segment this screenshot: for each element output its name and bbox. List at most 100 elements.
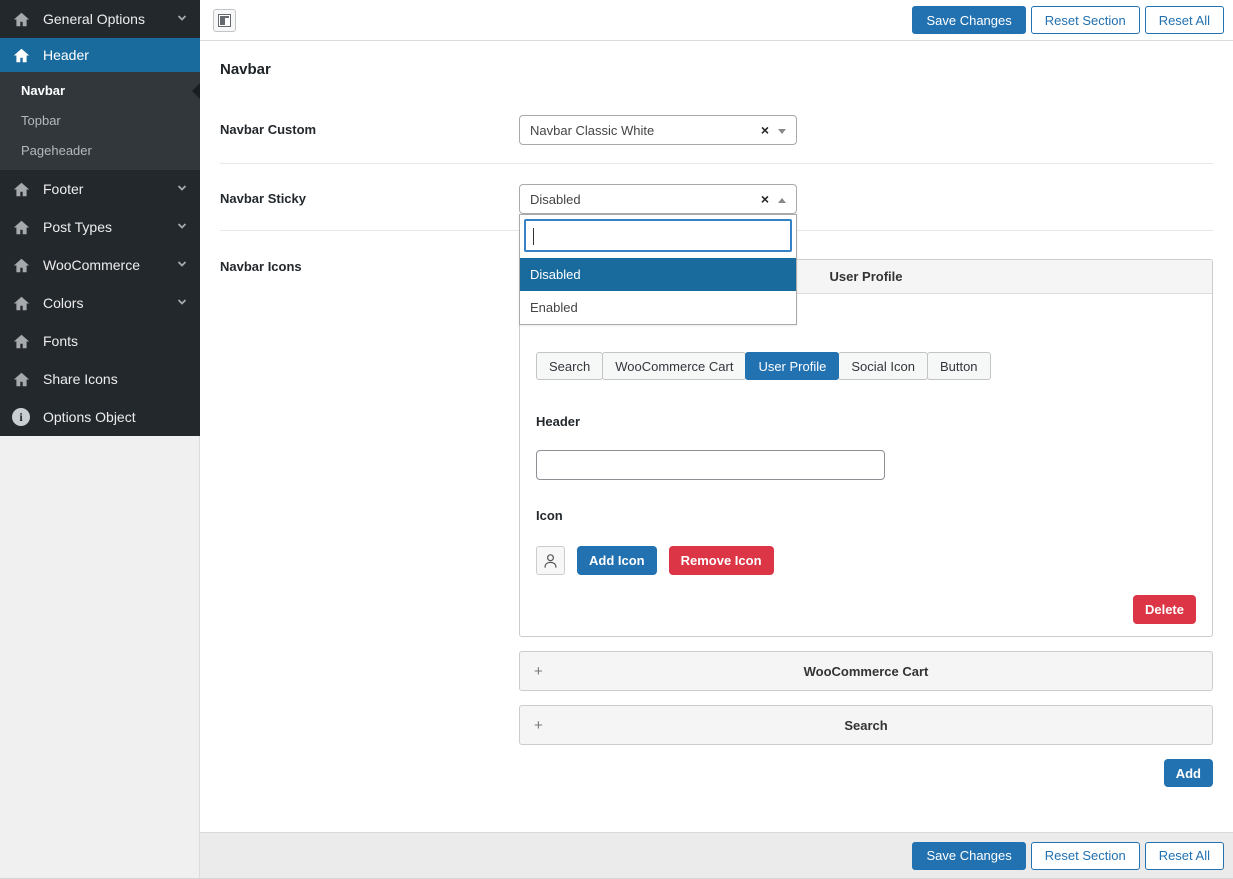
chevron-down-icon [176, 219, 188, 235]
info-icon: i [12, 408, 30, 426]
sidebar-item-label: Share Icons [43, 371, 118, 387]
tab-social-icon[interactable]: Social Icon [838, 352, 928, 380]
home-icon [12, 10, 30, 28]
dropdown-options: Disabled Enabled [520, 258, 796, 324]
main-content: Navbar Navbar Custom Navbar Classic Whit… [200, 41, 1233, 832]
dropdown-search-input[interactable] [524, 219, 792, 252]
icon-type-tabs: Search WooCommerce Cart User Profile Soc… [536, 352, 1196, 380]
icon-preview-box [536, 546, 565, 575]
option-enabled[interactable]: Enabled [520, 291, 796, 324]
navbar-sticky-dropdown: Disabled Enabled [519, 214, 797, 325]
reset-section-button[interactable]: Reset Section [1031, 842, 1140, 870]
add-button[interactable]: Add [1164, 759, 1213, 787]
tab-button[interactable]: Button [927, 352, 991, 380]
submenu-item-label: Navbar [21, 83, 65, 98]
repeater-panel-search[interactable]: + Search [519, 705, 1213, 745]
panel-body: Search WooCommerce Cart User Profile Soc… [520, 294, 1212, 636]
sidebar-item-navbar[interactable]: Navbar [0, 76, 200, 106]
sidebar: General Options Header Navbar Topbar [0, 0, 200, 879]
theme-options-app: General Options Header Navbar Topbar [0, 0, 1233, 879]
clear-selection-icon[interactable]: × [761, 123, 769, 137]
sidebar-item-share-icons[interactable]: Share Icons [0, 360, 200, 398]
icon-field-label: Icon [536, 508, 1196, 524]
remove-icon-button[interactable]: Remove Icon [669, 546, 774, 575]
sidebar-item-topbar[interactable]: Topbar [0, 106, 200, 136]
sidebar-item-label: General Options [43, 11, 145, 27]
sidebar-item-label: Footer [43, 181, 83, 197]
sidebar-item-pageheader[interactable]: Pageheader [0, 136, 200, 166]
selected-value: Navbar Classic White [530, 123, 654, 138]
home-icon [12, 180, 30, 198]
page-title: Navbar [220, 60, 1213, 79]
field-row-navbar-custom: Navbar Custom Navbar Classic White × [220, 79, 1213, 164]
chevron-down-icon [176, 181, 188, 197]
sidebar-item-footer[interactable]: Footer [0, 170, 200, 208]
sidebar-menu: General Options Header Navbar Topbar [0, 0, 200, 436]
sidebar-item-header[interactable]: Header [0, 38, 200, 72]
tab-woocommerce-cart[interactable]: WooCommerce Cart [602, 352, 746, 380]
selected-value: Disabled [530, 192, 581, 207]
sidebar-item-woocommerce[interactable]: WooCommerce [0, 246, 200, 284]
sidebar-item-label: WooCommerce [43, 257, 140, 273]
reset-all-button[interactable]: Reset All [1145, 6, 1224, 34]
chevron-down-icon [778, 129, 786, 134]
reset-section-button[interactable]: Reset Section [1031, 6, 1140, 34]
bottom-action-bar: Save Changes Reset Section Reset All [200, 832, 1233, 878]
repeater-panel-woocommerce-cart[interactable]: + WooCommerce Cart [519, 651, 1213, 691]
user-icon [543, 553, 558, 569]
top-action-bar: Save Changes Reset Section Reset All [200, 0, 1233, 41]
sidebar-item-label: Header [43, 47, 89, 63]
field-label: Navbar Custom [220, 115, 519, 145]
chevron-up-icon [778, 198, 786, 203]
reset-all-button[interactable]: Reset All [1145, 842, 1224, 870]
sidebar-item-colors[interactable]: Colors [0, 284, 200, 322]
home-icon [12, 370, 30, 388]
delete-button[interactable]: Delete [1133, 595, 1196, 624]
home-icon [12, 256, 30, 274]
panel-title: User Profile [830, 269, 903, 284]
header-submenu: Navbar Topbar Pageheader [0, 72, 200, 170]
bottom-bar-actions: Save Changes Reset Section Reset All [912, 842, 1224, 870]
save-changes-button[interactable]: Save Changes [912, 842, 1025, 870]
save-changes-button[interactable]: Save Changes [912, 6, 1025, 34]
delete-row: Delete [536, 595, 1196, 624]
tab-search[interactable]: Search [536, 352, 603, 380]
sidebar-item-post-types[interactable]: Post Types [0, 208, 200, 246]
clear-selection-icon[interactable]: × [761, 192, 769, 206]
expand-options-button[interactable] [213, 9, 236, 32]
expand-plus-icon[interactable]: + [534, 663, 543, 680]
submenu-item-label: Topbar [21, 113, 61, 128]
sidebar-item-label: Post Types [43, 219, 112, 235]
home-icon [12, 294, 30, 312]
sidebar-item-general-options[interactable]: General Options [0, 0, 200, 38]
tab-user-profile[interactable]: User Profile [745, 352, 839, 380]
chevron-down-icon [176, 295, 188, 311]
sidebar-item-label: Options Object [43, 409, 136, 425]
sidebar-item-options-object[interactable]: i Options Object [0, 398, 200, 436]
navbar-custom-select[interactable]: Navbar Classic White × [519, 115, 797, 145]
header-text-input[interactable] [536, 450, 885, 480]
text-cursor [533, 228, 534, 245]
add-icon-button[interactable]: Add Icon [577, 546, 657, 575]
header-field-label: Header [536, 414, 1196, 430]
submenu-item-label: Pageheader [21, 143, 92, 158]
icon-controls-row: Add Icon Remove Icon [536, 546, 1196, 575]
field-label: Navbar Sticky [220, 184, 519, 214]
sidebar-item-label: Colors [43, 295, 83, 311]
navbar-icons-repeater: User Profile Search WooCommerce Cart Use… [519, 259, 1213, 787]
top-bar-actions: Save Changes Reset Section Reset All [912, 6, 1224, 34]
add-row: Add [519, 759, 1213, 787]
panel-title: Search [844, 718, 887, 733]
panel-title: WooCommerce Cart [804, 664, 929, 679]
navbar-sticky-select[interactable]: Disabled × [519, 184, 797, 214]
sidebar-item-fonts[interactable]: Fonts [0, 322, 200, 360]
home-icon [12, 332, 30, 350]
field-label: Navbar Icons [220, 259, 519, 787]
home-icon [12, 218, 30, 236]
expand-plus-icon[interactable]: + [534, 717, 543, 734]
layout-panel-icon [218, 14, 231, 27]
home-icon [12, 46, 30, 64]
chevron-down-icon [176, 257, 188, 273]
option-disabled[interactable]: Disabled [520, 258, 796, 291]
chevron-down-icon [176, 11, 188, 27]
